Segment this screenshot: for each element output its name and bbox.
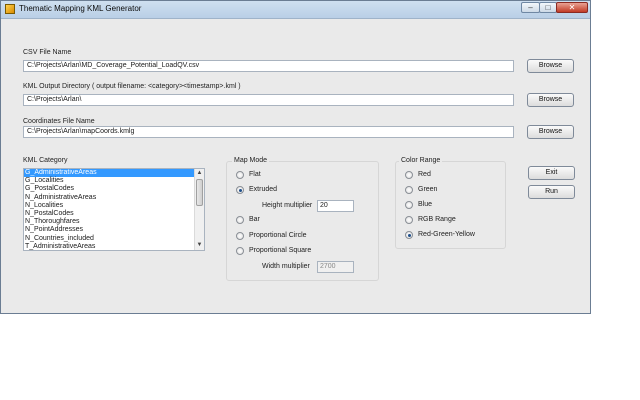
color-range-label: Color Range (399, 157, 443, 164)
radio-blue-label: Blue (418, 201, 433, 208)
list-item[interactable]: G_PostalCodes (24, 185, 204, 193)
minimize-button[interactable]: – (521, 2, 540, 13)
title-bar[interactable]: Thematic Mapping KML Generator – □ ✕ (1, 1, 590, 19)
radio-extruded[interactable] (236, 186, 244, 194)
category-scrollbar[interactable]: ▲ ▼ (194, 169, 204, 250)
height-multiplier-input[interactable]: 20 (317, 200, 354, 212)
width-multiplier-input[interactable]: 2700 (317, 261, 354, 273)
radio-proportional-circle-label: Proportional Circle (249, 232, 307, 239)
list-item[interactable]: N_Localities (24, 202, 204, 210)
app-window: Thematic Mapping KML Generator – □ ✕ CSV… (0, 0, 591, 314)
list-item[interactable]: G_Localities (24, 177, 204, 185)
coords-file-input[interactable]: C:\Projects\Arlan\mapCoords.kmlg (23, 126, 514, 138)
kml-output-browse-button[interactable]: Browse (527, 93, 574, 107)
radio-green[interactable] (405, 186, 413, 194)
app-icon (5, 4, 15, 14)
radio-red[interactable] (405, 171, 413, 179)
list-item[interactable]: N_AdministrativeAreas (24, 194, 204, 202)
list-item[interactable]: N_PointAddresses (24, 226, 204, 234)
window-title: Thematic Mapping KML Generator (19, 4, 142, 13)
scroll-thumb[interactable] (196, 179, 203, 206)
list-item[interactable]: N_Countries_included (24, 235, 204, 243)
close-button[interactable]: ✕ (556, 2, 588, 13)
radio-flat[interactable] (236, 171, 244, 179)
radio-green-label: Green (418, 186, 438, 193)
category-label: KML Category (23, 157, 68, 164)
csv-browse-button[interactable]: Browse (527, 59, 574, 73)
kml-output-label: KML Output Directory ( output filename: … (23, 83, 241, 90)
maximize-button[interactable]: □ (539, 2, 557, 13)
exit-button[interactable]: Exit (528, 166, 575, 180)
coords-browse-button[interactable]: Browse (527, 125, 574, 139)
radio-red-green-yellow-label: Red-Green-Yellow (418, 231, 475, 238)
radio-red-label: Red (418, 171, 431, 178)
height-multiplier-label: Height multiplier (262, 202, 313, 209)
scroll-up-icon[interactable]: ▲ (195, 169, 204, 178)
width-multiplier-label: Width multiplier (262, 263, 310, 270)
kml-output-input[interactable]: C:\Projects\Arlan\ (23, 94, 514, 106)
csv-label: CSV File Name (23, 49, 72, 56)
radio-bar-label: Bar (249, 216, 260, 223)
map-mode-label: Map Mode (232, 157, 270, 164)
radio-rgb-range-label: RGB Range (418, 216, 456, 223)
scroll-down-icon[interactable]: ▼ (195, 241, 204, 250)
radio-proportional-square[interactable] (236, 247, 244, 255)
list-item[interactable]: N_Thoroughfares (24, 218, 204, 226)
list-item[interactable]: N_PostalCodes (24, 210, 204, 218)
radio-proportional-circle[interactable] (236, 232, 244, 240)
list-item[interactable]: G_AdministrativeAreas (24, 169, 195, 178)
close-icon: ✕ (568, 3, 576, 12)
minimize-icon: – (528, 3, 533, 12)
radio-red-green-yellow[interactable] (405, 231, 413, 239)
maximize-icon: □ (545, 3, 551, 12)
list-item[interactable]: T_AdministrativeAreas (24, 243, 204, 250)
coords-label: Coordinates File Name (23, 118, 95, 125)
radio-rgb-range[interactable] (405, 216, 413, 224)
radio-proportional-square-label: Proportional Square (249, 247, 312, 254)
radio-extruded-label: Extruded (249, 186, 278, 193)
radio-flat-label: Flat (249, 171, 261, 178)
run-button[interactable]: Run (528, 185, 575, 199)
radio-bar[interactable] (236, 216, 244, 224)
csv-file-input[interactable]: C:\Projects\Arlan\MD_Coverage_Potential_… (23, 60, 514, 72)
category-listbox[interactable]: G_AdministrativeAreas G_Localities G_Pos… (23, 168, 205, 251)
radio-blue[interactable] (405, 201, 413, 209)
